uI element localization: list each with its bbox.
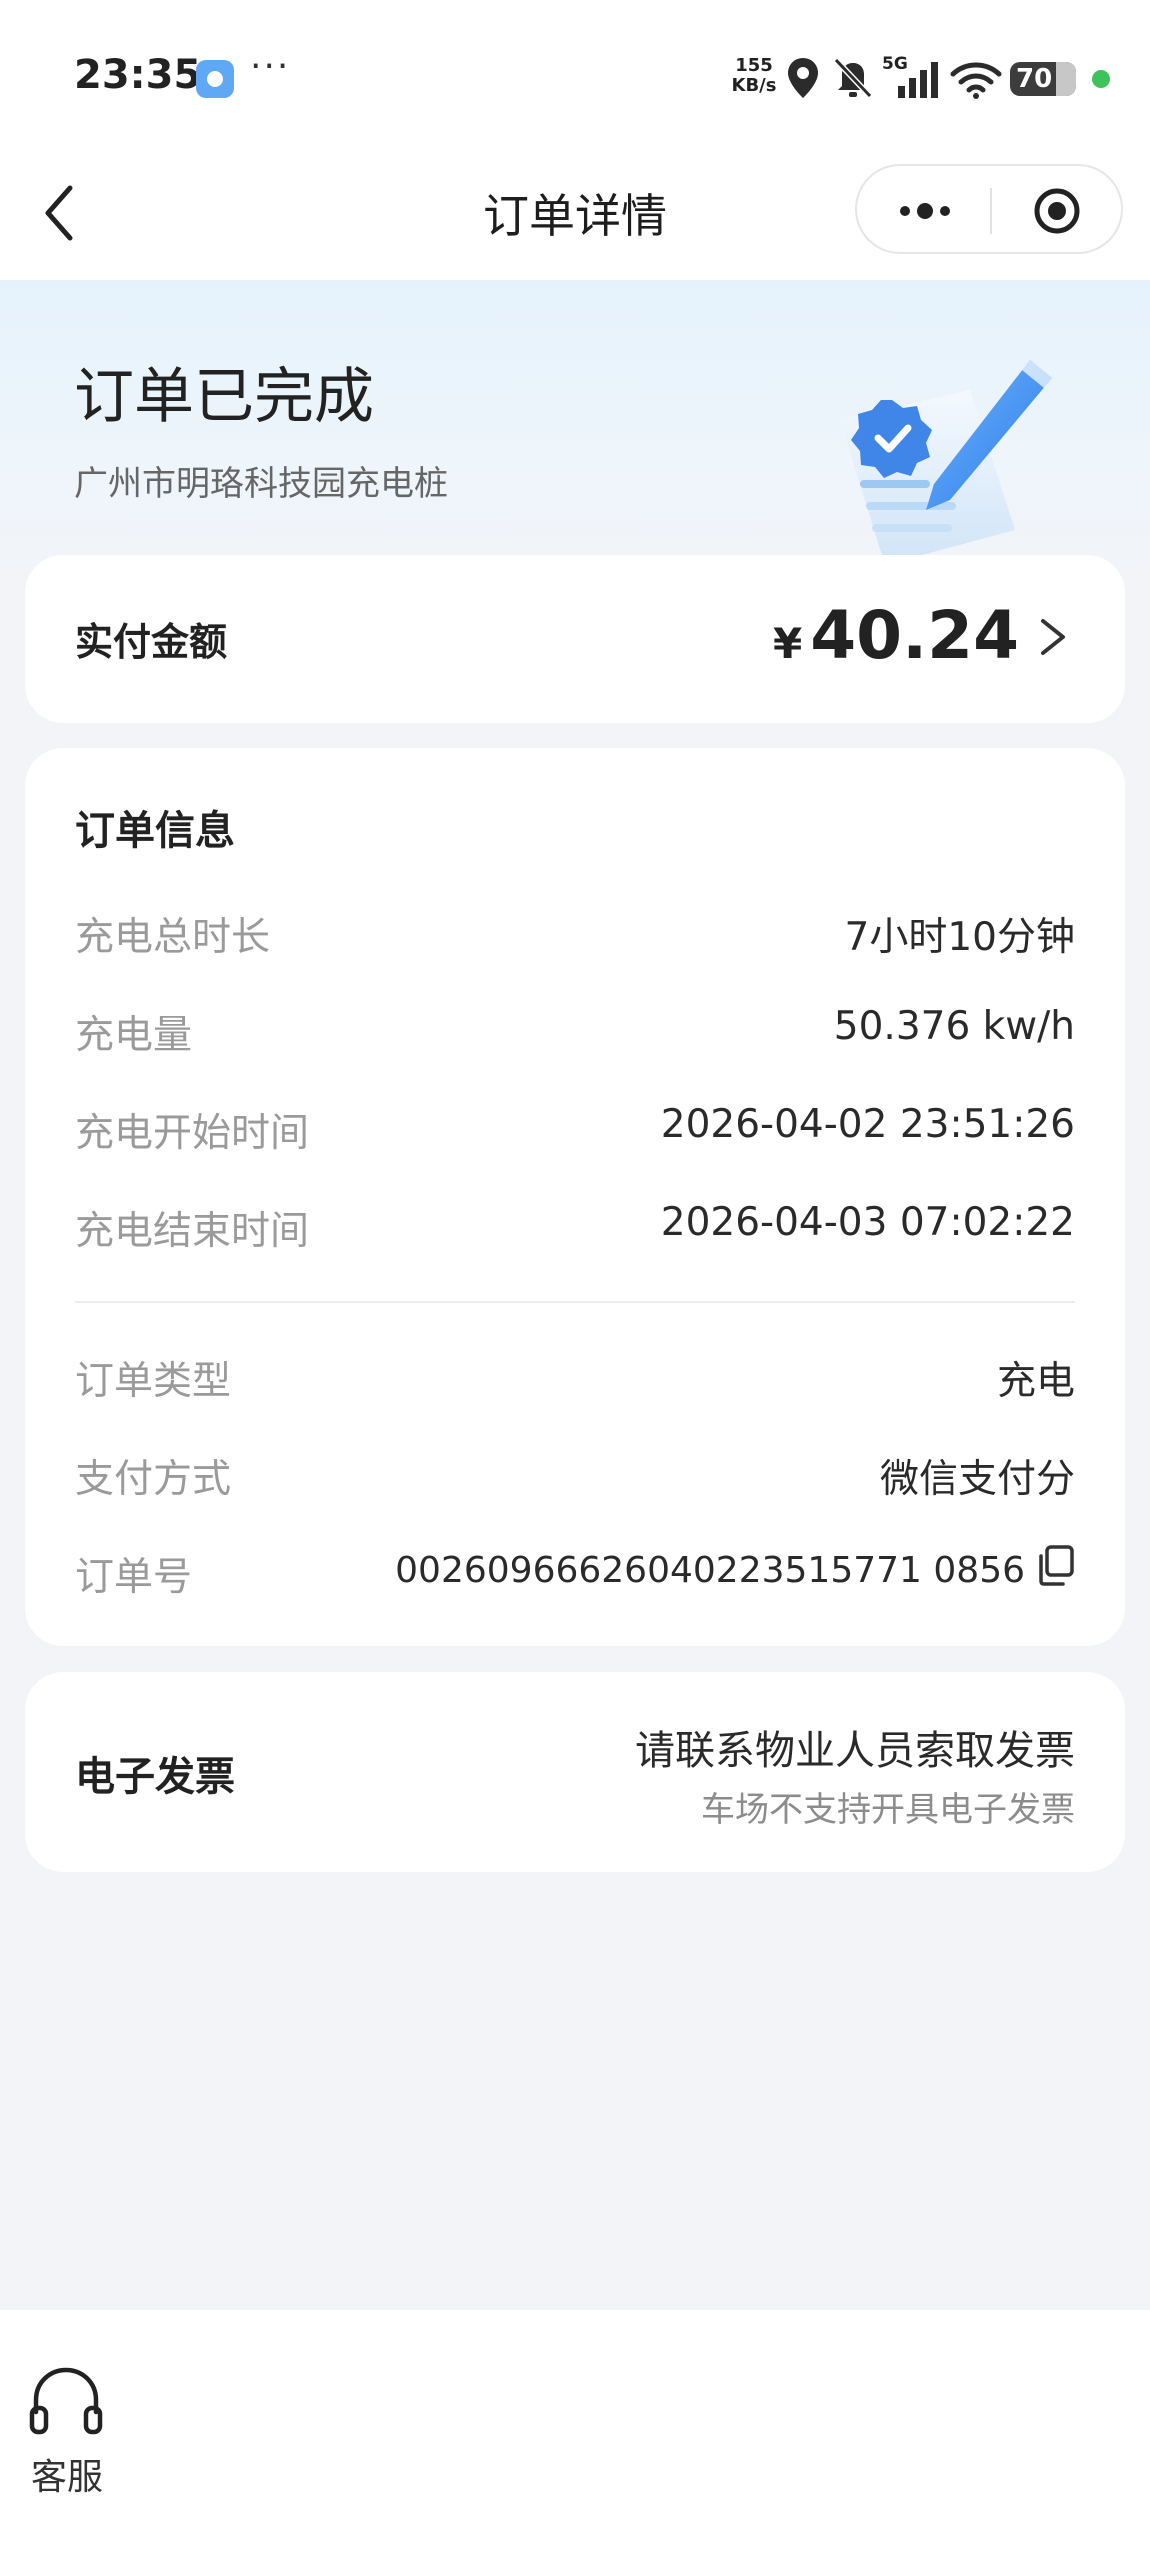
info-key: 充电开始时间 <box>75 1111 310 1156</box>
copy-icon[interactable] <box>1035 1544 1075 1588</box>
info-value: 2026-04-02 23:51:26 <box>660 1102 1075 1147</box>
currency-symbol: ¥ <box>773 619 803 668</box>
info-key: 充电结束时间 <box>75 1209 310 1254</box>
wifi-icon <box>950 62 1002 99</box>
info-row-order-type: 订单类型 充电 <box>75 1344 1075 1404</box>
order-info-title: 订单信息 <box>75 808 235 854</box>
bottom-bar: 客服 <box>0 2310 1150 2559</box>
network-speed-value: 155 <box>735 55 773 76</box>
station-name: 广州市明珞科技园充电桩 <box>74 464 448 504</box>
status-time: 23:35 <box>74 52 202 98</box>
order-status: 订单已完成 <box>74 362 374 432</box>
invoice-instruction: 请联系物业人员索取发票 <box>635 1728 1075 1774</box>
payment-value: 40.24 <box>810 597 1019 674</box>
status-more-indicator: ··· <box>250 46 291 87</box>
status-bar: 23:35 ··· 155 KB/s 5G 70 <box>0 0 1150 150</box>
info-row-duration: 充电总时长 7小时10分钟 <box>75 900 1075 960</box>
capsule-divider <box>990 188 992 234</box>
network-speed-unit: KB/s <box>731 75 777 96</box>
invoice-note: 车场不支持开具电子发票 <box>701 1790 1075 1830</box>
mute-icon <box>833 57 873 99</box>
invoice-card: 电子发票 请联系物业人员索取发票 车场不支持开具电子发票 <box>25 1672 1125 1872</box>
info-row-end-time: 充电结束时间 2026-04-03 07:02:22 <box>75 1194 1075 1254</box>
headset-icon <box>29 2367 103 2435</box>
payment-label: 实付金额 <box>75 620 228 664</box>
order-status-header: 订单已完成 广州市明珞科技园充电桩 <box>0 280 1150 580</box>
info-row-order-number: 订单号 00260966626040223515771 0856 <box>75 1540 1075 1600</box>
info-key: 订单号 <box>75 1555 193 1600</box>
network-speed: 155 KB/s <box>728 56 780 96</box>
order-number[interactable]: 00260966626040223515771 0856 <box>395 1550 1025 1591</box>
location-icon <box>788 58 818 98</box>
info-value: 50.376 kw/h <box>833 1004 1075 1049</box>
info-row-payment-method: 支付方式 微信支付分 <box>75 1442 1075 1502</box>
info-key: 充电总时长 <box>75 915 271 960</box>
battery-icon: 70 <box>1010 62 1076 96</box>
info-value: 微信支付分 <box>879 1457 1075 1502</box>
more-button[interactable] <box>893 188 957 234</box>
signal-icon <box>898 62 938 98</box>
privacy-indicator-dot <box>1092 70 1110 88</box>
payment-amount: ¥ 40.24 <box>773 597 1073 677</box>
info-key: 充电量 <box>75 1013 193 1058</box>
info-value: 2026-04-03 07:02:22 <box>660 1200 1075 1245</box>
order-detail-page: 23:35 ··· 155 KB/s 5G 70 订单详情 订单已完成 广州市明… <box>0 0 1150 2559</box>
more-dots-icon <box>900 203 950 219</box>
order-complete-illustration <box>840 360 1052 565</box>
mini-program-capsule <box>855 164 1123 254</box>
payment-amount-card[interactable]: 实付金额 ¥ 40.24 <box>25 555 1125 723</box>
info-key: 支付方式 <box>75 1457 232 1502</box>
info-row-energy: 充电量 50.376 kw/h <box>75 998 1075 1058</box>
close-button[interactable] <box>1032 186 1082 236</box>
customer-service-label: 客服 <box>30 2457 103 2498</box>
info-row-start-time: 充电开始时间 2026-04-02 23:51:26 <box>75 1096 1075 1156</box>
battery-level: 70 <box>1016 64 1053 94</box>
info-value: 7小时10分钟 <box>844 915 1075 960</box>
app-notification-icon <box>196 60 234 98</box>
order-info-card: 订单信息 充电总时长 7小时10分钟 充电量 50.376 kw/h 充电开始时… <box>25 748 1125 1646</box>
info-value: 充电 <box>996 1359 1075 1404</box>
info-key: 订单类型 <box>75 1359 232 1404</box>
invoice-label: 电子发票 <box>75 1754 235 1800</box>
nav-bar: 订单详情 <box>0 150 1150 280</box>
customer-service-button[interactable]: 客服 <box>22 2364 112 2504</box>
info-divider <box>75 1301 1075 1303</box>
chevron-right-icon <box>1041 619 1065 655</box>
target-icon <box>1034 188 1080 234</box>
